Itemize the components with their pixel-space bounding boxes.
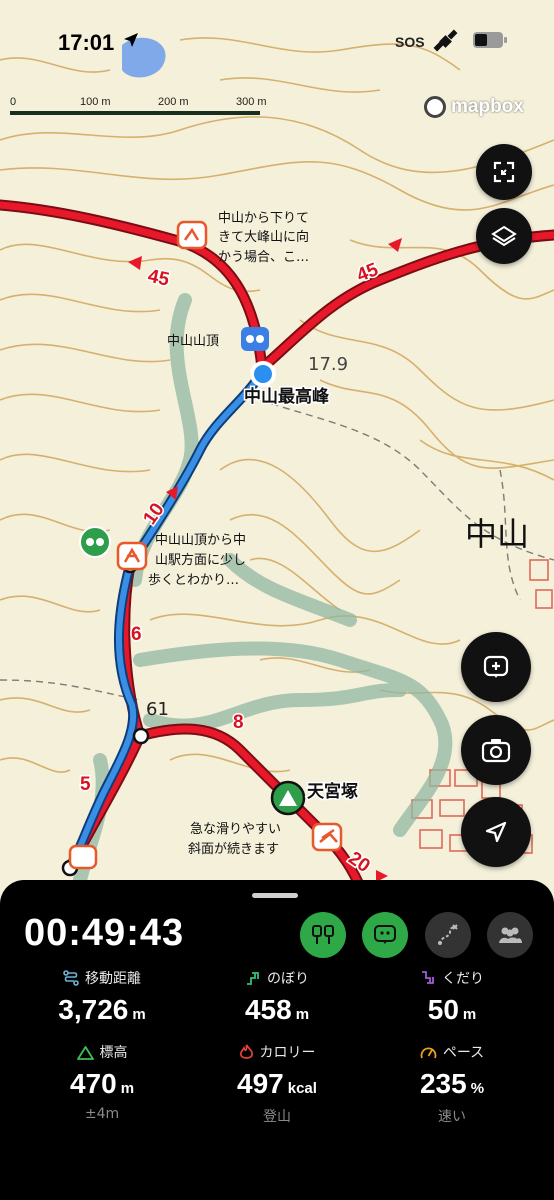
status-bar: 17:01 SOS xyxy=(0,0,554,80)
summit-mountain-icon[interactable] xyxy=(270,780,306,816)
note-icon-slip[interactable] xyxy=(311,822,343,852)
map-scale: 0 100 m 200 m 300 m xyxy=(10,96,280,120)
stat-ascent: のぼり 458 m xyxy=(192,968,362,1026)
layers-button[interactable] xyxy=(476,208,532,264)
stat-descent-unit: m xyxy=(462,1006,477,1023)
stat-calorie-value: 497 xyxy=(237,1068,284,1099)
note-2-line-1: 中山山頂から中 xyxy=(155,533,246,548)
stat-distance-value: 3,726 xyxy=(58,994,129,1025)
stat-elevation-value: 470 xyxy=(69,1068,117,1099)
route-marker-8: 8 xyxy=(233,712,244,733)
stat-distance: 移動距離 3,726 m xyxy=(17,968,187,1026)
fit-route-button[interactable] xyxy=(476,144,532,200)
stat-pace-rating: 速い xyxy=(438,1109,466,1125)
sheet-drag-handle[interactable] xyxy=(252,893,298,898)
navigate-arrow-icon xyxy=(485,821,507,843)
sos-indicator: SOS xyxy=(395,34,425,50)
route-marker-5: 5 xyxy=(80,774,91,795)
stat-calorie-unit: kcal xyxy=(287,1080,317,1097)
status-time: 17:01 xyxy=(58,30,115,55)
stat-calorie-label: カロリー xyxy=(259,1045,316,1061)
mapbox-attribution[interactable]: mapbox xyxy=(424,96,524,118)
elevation-icon xyxy=(76,1045,94,1060)
trail-mode-button[interactable] xyxy=(300,912,346,958)
viewpoint-green-icon[interactable] xyxy=(79,526,111,558)
route-mode-button[interactable] xyxy=(425,912,471,958)
route-marker-6: 6 xyxy=(131,624,142,645)
note-3-line-2: 斜面が続きます xyxy=(188,842,279,857)
scale-bar xyxy=(10,111,260,115)
viewpoint-binoculars-icon[interactable] xyxy=(241,327,269,351)
stat-elevation-unit: m xyxy=(120,1080,135,1097)
stat-distance-unit: m xyxy=(132,1006,146,1023)
trail-signs-icon xyxy=(312,925,334,944)
mapbox-text: mapbox xyxy=(451,96,524,117)
scale-label-300: 300 m xyxy=(236,96,267,108)
stat-descent: くだり 50 m xyxy=(367,968,537,1026)
stat-elevation: 標高 470 m ±4m xyxy=(17,1042,187,1122)
stat-ascent-unit: m xyxy=(295,1006,310,1023)
elapsed-time: 00:49:43 xyxy=(24,912,185,954)
mapbox-logo-icon xyxy=(424,96,446,118)
group-people-icon xyxy=(499,927,522,943)
stat-distance-label: 移動距離 xyxy=(85,971,141,987)
stat-descent-value: 50 xyxy=(427,994,459,1025)
camera-icon xyxy=(481,739,511,763)
stat-calorie: カロリー 497 kcal 登山 xyxy=(192,1042,362,1126)
stat-elevation-label: 標高 xyxy=(99,1045,128,1061)
group-mode-button[interactable] xyxy=(487,912,533,958)
tenguzuka-label: 天宮塚 xyxy=(307,781,358,802)
elevation-label: 17.9 xyxy=(308,354,348,375)
stat-pace: ペース 235% 速い xyxy=(367,1042,537,1126)
note-2-line-2: 山駅方面に少し xyxy=(155,552,246,568)
location-arrow-icon xyxy=(124,33,138,47)
note-1-line-2: きて大峰山に向 xyxy=(218,229,309,245)
stat-elevation-accuracy: ±4m xyxy=(84,1106,120,1122)
area-name-label: 中山 xyxy=(465,515,529,553)
scale-label-200: 200 m xyxy=(158,96,189,108)
add-note-icon xyxy=(483,655,509,678)
navigate-button[interactable] xyxy=(461,797,531,867)
stat-ascent-value: 458 xyxy=(244,994,292,1025)
stat-pace-unit: % xyxy=(470,1080,485,1097)
fit-route-icon xyxy=(493,161,515,183)
battery-icon xyxy=(473,32,507,48)
note-icon-bottom[interactable] xyxy=(68,844,98,870)
stat-calorie-activity: 登山 xyxy=(263,1109,291,1125)
ascent-icon xyxy=(247,972,259,985)
scale-label-0: 0 xyxy=(10,96,17,108)
stat-descent-label: くだり xyxy=(442,971,484,987)
note-1-line-1: 中山から下りて xyxy=(218,211,309,226)
note-icon-hiker[interactable] xyxy=(116,541,148,571)
descent-icon xyxy=(422,971,434,984)
route-path-icon xyxy=(438,924,458,945)
activity-sheet[interactable]: 00:49:43 移動距離 3,726 m のぼり 458 m くだり 50 m… xyxy=(0,880,554,1200)
note-icon-hand[interactable] xyxy=(176,220,208,250)
camera-button[interactable] xyxy=(461,715,531,785)
distance-icon xyxy=(63,970,79,986)
spot-61-label: 61 xyxy=(146,699,169,720)
layers-icon xyxy=(491,225,517,247)
note-2-line-3: 歩くとわかり… xyxy=(148,573,239,588)
satellite-icon xyxy=(433,29,458,52)
scale-label-100: 100 m xyxy=(80,96,111,108)
stat-ascent-label: のぼり xyxy=(267,971,309,987)
add-note-button[interactable] xyxy=(461,632,531,702)
pace-icon xyxy=(420,1047,437,1058)
calorie-icon xyxy=(239,1044,253,1059)
stat-pace-label: ペース xyxy=(442,1045,485,1061)
nakayama-summit-label: 中山山頂 xyxy=(167,334,219,349)
note-1-line-3: かう場合、こ… xyxy=(218,250,309,265)
note-bubble-icon xyxy=(374,925,396,944)
note-3-line-1: 急な滑りやすい xyxy=(190,822,281,837)
stat-pace-value: 235 xyxy=(419,1068,467,1099)
notes-mode-button[interactable] xyxy=(362,912,408,958)
highest-peak-label: 中山最高峰 xyxy=(244,386,330,407)
